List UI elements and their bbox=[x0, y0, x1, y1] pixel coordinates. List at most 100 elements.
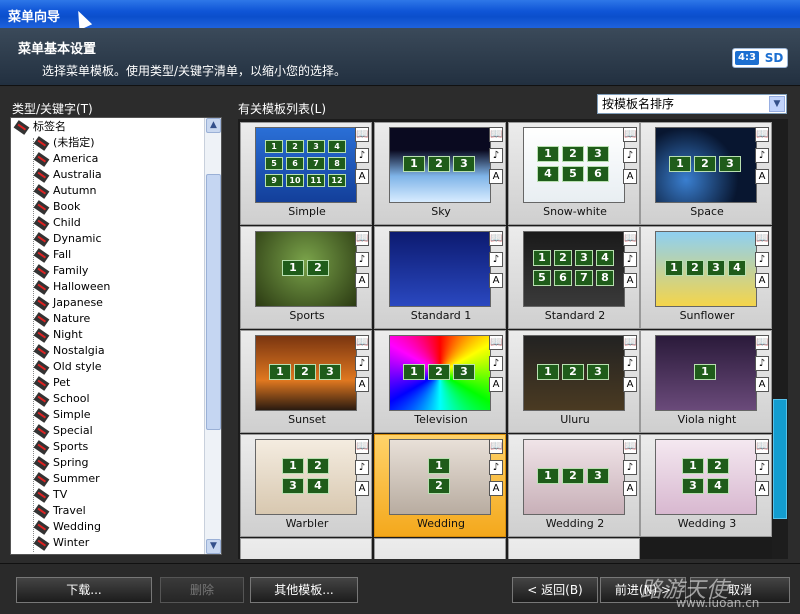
music-note-icon[interactable]: ♪ bbox=[755, 356, 769, 371]
book-icon[interactable]: 📖 bbox=[623, 335, 637, 350]
book-icon[interactable]: 📖 bbox=[489, 439, 503, 454]
text-icon[interactable]: A bbox=[755, 169, 769, 184]
tree-item[interactable]: Australia bbox=[33, 167, 102, 183]
text-icon[interactable]: A bbox=[355, 169, 369, 184]
template-card[interactable]: 📖 ♪ A Standard 1 bbox=[374, 226, 506, 329]
text-icon[interactable]: A bbox=[755, 377, 769, 392]
tree-item[interactable]: Spring bbox=[33, 455, 89, 471]
template-card[interactable]: 1 2 3 📖 ♪ A Sunset bbox=[240, 330, 372, 433]
music-note-icon[interactable]: ♪ bbox=[355, 252, 369, 267]
tree-item[interactable]: Family bbox=[33, 263, 88, 279]
music-note-icon[interactable]: ♪ bbox=[623, 148, 637, 163]
tree-item[interactable]: School bbox=[33, 391, 90, 407]
music-note-icon[interactable]: ♪ bbox=[489, 356, 503, 371]
tree-item[interactable]: Autumn bbox=[33, 183, 96, 199]
tree-item[interactable]: (未指定) bbox=[33, 135, 95, 151]
book-icon[interactable]: 📖 bbox=[355, 231, 369, 246]
template-card[interactable]: 1 2 3 📖 ♪ A Uluru bbox=[508, 330, 640, 433]
tree-item[interactable]: Dynamic bbox=[33, 231, 102, 247]
music-note-icon[interactable]: ♪ bbox=[355, 148, 369, 163]
tree-item[interactable]: Nature bbox=[33, 311, 90, 327]
text-icon[interactable]: A bbox=[489, 273, 503, 288]
template-card[interactable]: 1 2 3 📖 ♪ A Wedding 2 bbox=[508, 434, 640, 537]
text-icon[interactable]: A bbox=[489, 169, 503, 184]
music-note-icon[interactable]: ♪ bbox=[489, 460, 503, 475]
book-icon[interactable]: 📖 bbox=[623, 127, 637, 142]
text-icon[interactable]: A bbox=[623, 273, 637, 288]
tree-item[interactable]: Winter bbox=[33, 535, 89, 551]
music-note-icon[interactable]: ♪ bbox=[355, 460, 369, 475]
template-card[interactable]: 1 2 3 4 5 6 7 8 📖 ♪ A Standard 2 bbox=[508, 226, 640, 329]
book-icon[interactable]: 📖 bbox=[755, 439, 769, 454]
book-icon[interactable]: 📖 bbox=[755, 127, 769, 142]
template-card[interactable]: 1 2 📖 ♪ A Wedding bbox=[374, 434, 506, 537]
book-icon[interactable]: 📖 bbox=[355, 127, 369, 142]
music-note-icon[interactable]: ♪ bbox=[355, 356, 369, 371]
text-icon[interactable]: A bbox=[355, 377, 369, 392]
text-icon[interactable]: A bbox=[755, 481, 769, 496]
tree-item[interactable]: Book bbox=[33, 199, 80, 215]
music-note-icon[interactable]: ♪ bbox=[755, 252, 769, 267]
music-note-icon[interactable]: ♪ bbox=[623, 356, 637, 371]
music-note-icon[interactable]: ♪ bbox=[623, 252, 637, 267]
template-card[interactable]: 1 2 3 4 5 6 📖 ♪ A Snow-white bbox=[508, 122, 640, 225]
scroll-thumb[interactable] bbox=[206, 174, 221, 430]
tree-item[interactable]: Simple bbox=[33, 407, 91, 423]
tree-item[interactable]: Old style bbox=[33, 359, 102, 375]
template-card[interactable]: 1 2 3 📖 ♪ A Television bbox=[374, 330, 506, 433]
tree-item[interactable]: Nostalgia bbox=[33, 343, 105, 359]
book-icon[interactable]: 📖 bbox=[489, 231, 503, 246]
music-note-icon[interactable]: ♪ bbox=[755, 460, 769, 475]
template-card[interactable]: 1 2 3 4 📖 ♪ A Warbler bbox=[240, 434, 372, 537]
template-card[interactable] bbox=[374, 538, 506, 559]
tree-item[interactable]: Night bbox=[33, 327, 83, 343]
tree-item[interactable]: Wedding bbox=[33, 519, 101, 535]
text-icon[interactable]: A bbox=[623, 169, 637, 184]
music-note-icon[interactable]: ♪ bbox=[755, 148, 769, 163]
template-card[interactable]: 1 📖 ♪ A Viola night bbox=[640, 330, 772, 433]
text-icon[interactable]: A bbox=[489, 481, 503, 496]
tree-item[interactable]: Child bbox=[33, 215, 81, 231]
tree-item[interactable]: Halloween bbox=[33, 279, 110, 295]
template-card[interactable] bbox=[508, 538, 640, 559]
scroll-up-icon[interactable]: ▲ bbox=[206, 118, 221, 133]
text-icon[interactable]: A bbox=[489, 377, 503, 392]
book-icon[interactable]: 📖 bbox=[623, 231, 637, 246]
book-icon[interactable]: 📖 bbox=[355, 439, 369, 454]
tree-item[interactable]: America bbox=[33, 151, 98, 167]
tree-item[interactable]: Travel bbox=[33, 503, 86, 519]
book-icon[interactable]: 📖 bbox=[489, 127, 503, 142]
grid-scroll-thumb[interactable] bbox=[773, 399, 787, 519]
template-card[interactable]: 1 2 3 4 5 6 7 8 9 10 11 12 📖 ♪ A Simple bbox=[240, 122, 372, 225]
book-icon[interactable]: 📖 bbox=[623, 439, 637, 454]
back-button[interactable]: < 返回(B) bbox=[512, 577, 598, 603]
template-card[interactable]: 1 2 📖 ♪ A Sports bbox=[240, 226, 372, 329]
music-note-icon[interactable]: ♪ bbox=[489, 252, 503, 267]
template-card[interactable]: 1 2 3 📖 ♪ A Space bbox=[640, 122, 772, 225]
music-note-icon[interactable]: ♪ bbox=[623, 460, 637, 475]
text-icon[interactable]: A bbox=[755, 273, 769, 288]
music-note-icon[interactable]: ♪ bbox=[489, 148, 503, 163]
category-tree[interactable]: 标签名 (未指定) America Australia Autumn Book Child D… bbox=[10, 117, 222, 555]
tree-item[interactable]: Summer bbox=[33, 471, 100, 487]
tree-item[interactable]: TV bbox=[33, 487, 67, 503]
text-icon[interactable]: A bbox=[355, 273, 369, 288]
book-icon[interactable]: 📖 bbox=[755, 335, 769, 350]
book-icon[interactable]: 📖 bbox=[755, 231, 769, 246]
template-card[interactable]: 1 2 3 4 📖 ♪ A Sunflower bbox=[640, 226, 772, 329]
text-icon[interactable]: A bbox=[623, 481, 637, 496]
tree-item[interactable]: Japanese bbox=[33, 295, 103, 311]
text-icon[interactable]: A bbox=[623, 377, 637, 392]
template-grid-scrollbar[interactable] bbox=[772, 119, 788, 559]
chevron-down-icon[interactable]: ▼ bbox=[769, 96, 785, 112]
book-icon[interactable]: 📖 bbox=[489, 335, 503, 350]
template-card[interactable] bbox=[240, 538, 372, 559]
scroll-down-icon[interactable]: ▼ bbox=[206, 539, 221, 554]
tree-item[interactable]: Pet bbox=[33, 375, 70, 391]
tree-item[interactable]: Sports bbox=[33, 439, 88, 455]
tree-item[interactable]: Special bbox=[33, 423, 93, 439]
other-templates-button[interactable]: 其他模板... bbox=[250, 577, 358, 603]
tree-root[interactable]: 标签名 bbox=[13, 119, 66, 135]
tree-scrollbar[interactable]: ▲ ▼ bbox=[204, 118, 221, 554]
sort-dropdown[interactable]: 按模板名排序 ▼ bbox=[597, 94, 787, 114]
